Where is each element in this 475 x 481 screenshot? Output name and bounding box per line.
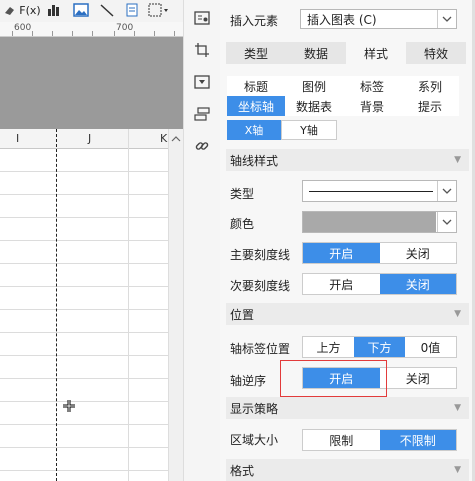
tab-data[interactable]: 数据 xyxy=(286,42,346,64)
minor-tick-label: 次要刻度线 xyxy=(230,279,291,293)
section-axis-style[interactable]: 轴线样式 ▼ xyxy=(226,149,469,171)
canvas-gray-area xyxy=(0,37,183,129)
vertical-scrollbar[interactable] xyxy=(168,129,184,481)
tab-y-axis[interactable]: Y轴 xyxy=(281,120,337,140)
border-icon[interactable] xyxy=(148,2,170,18)
formula-icon[interactable]: F(x) xyxy=(19,2,40,18)
ruler-label: 700 xyxy=(116,23,134,33)
tab-style[interactable]: 样式 xyxy=(346,42,406,64)
column-header: I J K xyxy=(0,129,168,149)
section-display-strategy[interactable]: 显示策略 ▼ xyxy=(226,397,469,419)
spreadsheet-area: F(x) 600 700 I J K xyxy=(0,0,184,481)
label-position-above-option[interactable]: 上方 xyxy=(303,337,354,357)
line-icon[interactable] xyxy=(98,2,116,18)
major-tick-on-option[interactable]: 开启 xyxy=(303,243,380,263)
ruler-label: 600 xyxy=(14,23,32,33)
section-position[interactable]: 位置 ▼ xyxy=(226,303,469,325)
label-position-zero-option[interactable]: 0值 xyxy=(405,337,456,357)
area-size-label: 区域大小 xyxy=(230,433,279,447)
column-header-k[interactable]: K xyxy=(160,132,167,145)
chevron-down-icon xyxy=(437,181,456,201)
page-break-line xyxy=(56,129,57,481)
column-header-j[interactable]: J xyxy=(88,132,91,145)
dropdown-widget-icon[interactable] xyxy=(193,73,211,91)
insert-element-value: 插入图表 (C) xyxy=(307,12,377,27)
image-icon[interactable] xyxy=(72,2,90,18)
insert-element-select[interactable]: 插入图表 (C) xyxy=(300,9,457,29)
line-preview xyxy=(309,190,433,192)
section-title: 显示策略 xyxy=(230,401,279,416)
color-select[interactable] xyxy=(302,211,457,233)
collapse-icon: ▼ xyxy=(454,309,461,319)
collapse-icon: ▼ xyxy=(454,403,461,413)
reverse-axis-off-option[interactable]: 关闭 xyxy=(380,368,457,388)
section-title: 轴线样式 xyxy=(230,153,279,168)
subtab-series[interactable]: 系列 xyxy=(401,76,459,96)
chevron-down-icon xyxy=(437,10,456,28)
major-tick-label: 主要刻度线 xyxy=(230,248,291,262)
move-cursor-icon xyxy=(62,399,76,417)
subtab-label[interactable]: 标签 xyxy=(343,76,401,96)
minor-tick-off-option[interactable]: 关闭 xyxy=(379,274,456,294)
column-header-i[interactable]: I xyxy=(16,132,19,145)
tab-effects[interactable]: 特效 xyxy=(406,42,466,64)
side-icon-bar xyxy=(183,0,221,481)
major-tick-off-option[interactable]: 关闭 xyxy=(380,243,457,263)
color-label: 颜色 xyxy=(230,217,255,231)
ruler: 600 700 xyxy=(0,22,183,37)
highlight-box xyxy=(280,360,387,397)
tab-x-axis[interactable]: X轴 xyxy=(227,120,281,140)
chevron-down-icon xyxy=(437,212,456,232)
subtab-title[interactable]: 标题 xyxy=(227,76,285,96)
label-position-toggle: 上方 下方 0值 xyxy=(302,336,457,358)
area-size-toggle: 限制 不限制 xyxy=(302,429,457,451)
link-icon[interactable] xyxy=(193,137,211,155)
collapse-icon: ▼ xyxy=(454,155,461,165)
area-size-limit-option[interactable]: 限制 xyxy=(303,430,380,450)
minor-tick-on-option[interactable]: 开启 xyxy=(303,274,380,294)
toolbar: F(x) xyxy=(0,0,183,23)
tab-type[interactable]: 类型 xyxy=(226,42,286,64)
section-title: 位置 xyxy=(230,307,255,322)
section-format[interactable]: 格式 ▼ xyxy=(226,459,469,481)
color-swatch xyxy=(303,212,436,232)
spreadsheet-grid[interactable]: I J K xyxy=(0,129,168,481)
major-tick-toggle: 开启 关闭 xyxy=(302,242,457,264)
layers-icon[interactable] xyxy=(193,105,211,123)
label-position-label: 轴标签位置 xyxy=(230,342,291,356)
type-label: 类型 xyxy=(230,187,255,201)
line-type-select[interactable] xyxy=(302,180,457,202)
subtab-background[interactable]: 背景 xyxy=(343,96,401,116)
properties-panel: 插入元素 插入图表 (C) 类型 数据 样式 特效 标题 图例 标签 系列 坐标… xyxy=(220,0,475,481)
subtab-legend[interactable]: 图例 xyxy=(285,76,343,96)
collapse-icon: ▼ xyxy=(454,465,461,475)
crop-icon[interactable] xyxy=(193,41,211,59)
area-size-no-limit-option[interactable]: 不限制 xyxy=(379,430,456,450)
reverse-axis-label: 轴逆序 xyxy=(230,374,267,388)
bar-chart-icon[interactable] xyxy=(45,2,63,18)
minor-tick-toggle: 开启 关闭 xyxy=(302,273,457,295)
document-icon[interactable] xyxy=(124,2,140,18)
subtab-axis[interactable]: 坐标轴 xyxy=(227,96,285,116)
insert-element-label: 插入元素 xyxy=(230,14,279,28)
eraser-icon[interactable] xyxy=(2,2,16,18)
subtab-tooltip[interactable]: 提示 xyxy=(401,96,459,116)
label-position-below-option[interactable]: 下方 xyxy=(354,337,405,357)
subtab-data-table[interactable]: 数据表 xyxy=(285,96,343,116)
chart-properties-icon[interactable] xyxy=(193,9,211,27)
section-title: 格式 xyxy=(230,463,255,478)
